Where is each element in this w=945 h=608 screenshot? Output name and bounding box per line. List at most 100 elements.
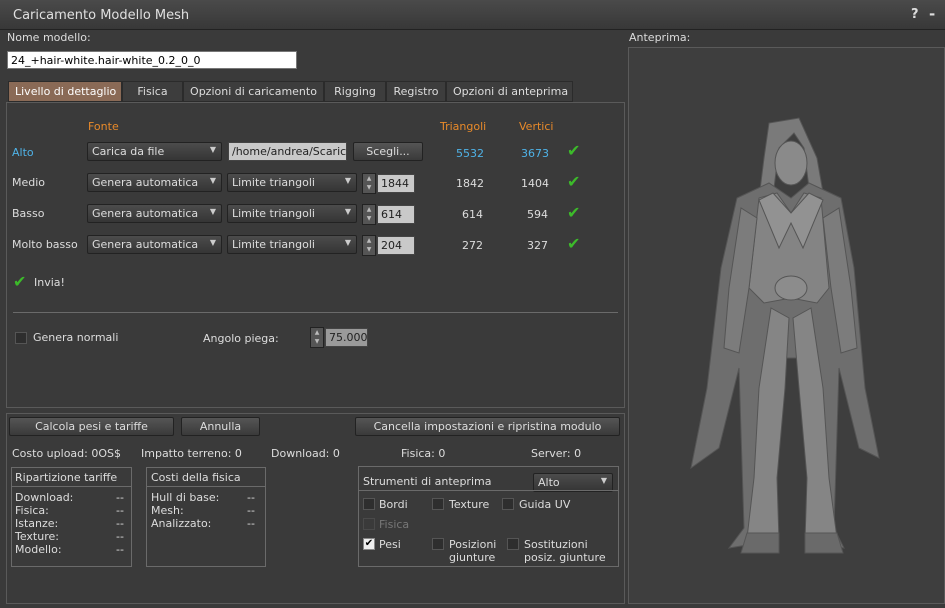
chevron-down-icon: ▼	[209, 145, 216, 154]
joint-positions-checkbox[interactable]	[432, 538, 444, 550]
source-dropdown-lowest[interactable]: Genera automatica ▼	[87, 235, 222, 254]
dropdown-value: Limite triangoli	[232, 176, 315, 189]
tab-preview-options[interactable]: Opzioni di anteprima	[446, 81, 573, 102]
tab-physics[interactable]: Fisica	[122, 81, 183, 102]
generate-normals-checkbox[interactable]	[15, 332, 27, 344]
checkmark-icon: ✔	[567, 172, 581, 191]
uv-guide-checkbox[interactable]	[502, 498, 514, 510]
fee-value: --	[116, 517, 124, 530]
dropdown-value: Genera automatica	[92, 238, 199, 251]
mode-dropdown-low[interactable]: Limite triangoli ▼	[227, 204, 357, 223]
dropdown-value: Alto	[538, 476, 560, 489]
close-button[interactable]: -	[929, 5, 935, 23]
up-arrow-icon[interactable]: ▲	[363, 236, 375, 245]
limit-input-medium[interactable]: 1844	[377, 174, 415, 193]
chevron-down-icon: ▼	[344, 238, 351, 247]
status-text: Invia!	[34, 276, 65, 289]
mode-dropdown-lowest[interactable]: Limite triangoli ▼	[227, 235, 357, 254]
source-dropdown-low[interactable]: Genera automatica ▼	[87, 204, 222, 223]
up-arrow-icon[interactable]: ▲	[363, 205, 375, 214]
chevron-down-icon: ▼	[600, 476, 607, 485]
lod-name-low: Basso	[12, 207, 45, 220]
fee-value: --	[116, 504, 124, 517]
weights-checkbox[interactable]: ✔	[363, 538, 375, 550]
physics-cost: Fisica: 0	[401, 447, 446, 460]
divider	[13, 312, 618, 313]
preview-label: Anteprima:	[629, 31, 691, 44]
dropdown-value: Limite triangoli	[232, 207, 315, 220]
chevron-down-icon: ▼	[209, 176, 216, 185]
physics-checkbox	[363, 518, 375, 530]
divider	[359, 490, 618, 491]
down-arrow-icon[interactable]: ▼	[363, 245, 375, 254]
tab-upload-options[interactable]: Opzioni di caricamento	[183, 81, 324, 102]
checkmark-icon: ✔	[567, 234, 581, 253]
cancel-button[interactable]: Annulla	[181, 417, 260, 436]
limit-input-lowest[interactable]: 204	[377, 236, 415, 255]
help-button[interactable]: ?	[911, 7, 919, 22]
down-arrow-icon[interactable]: ▼	[363, 214, 375, 223]
file-path-input-high[interactable]: /home/andrea/Scaric	[228, 142, 347, 161]
joint-positions-label: Posizioni giunture	[449, 538, 497, 564]
down-arrow-icon[interactable]: ▼	[311, 337, 323, 346]
down-arrow-icon[interactable]: ▼	[363, 183, 375, 192]
fee-breakdown-title: Ripartizione tariffe	[15, 471, 118, 484]
edges-label: Bordi	[379, 498, 408, 511]
generate-normals-label: Genera normali	[33, 331, 119, 344]
fee-label: Download:	[15, 491, 74, 504]
vertices-low: 594	[527, 208, 548, 221]
window-title: Caricamento Modello Mesh	[13, 8, 190, 23]
crease-angle-input[interactable]: 75.000	[325, 328, 368, 347]
physics-label: Fisica	[379, 518, 410, 531]
browse-button-high[interactable]: Scegli...	[353, 142, 423, 161]
upload-cost: Costo upload: 0OS$	[12, 447, 121, 460]
joint-overrides-label: Sostituzioni posiz. giunture	[524, 538, 606, 564]
uv-guide-label: Guida UV	[519, 498, 571, 511]
vertices-header: Vertici	[519, 120, 554, 133]
limit-stepper-medium[interactable]: ▲ ▼	[362, 173, 376, 194]
model-name-input[interactable]: 24_+hair-white.hair-white_0.2_0_0	[7, 51, 297, 69]
up-arrow-icon[interactable]: ▲	[311, 328, 323, 337]
model-name-label: Nome modello:	[7, 31, 91, 44]
tab-level-of-detail[interactable]: Livello di dettaglio	[8, 81, 122, 102]
lod-name-lowest: Molto basso	[12, 238, 78, 251]
chevron-down-icon: ▼	[209, 207, 216, 216]
vertices-lowest: 327	[527, 239, 548, 252]
calculate-button[interactable]: Calcola pesi e tariffe	[9, 417, 174, 436]
download-cost: Download: 0	[271, 447, 340, 460]
tab-rigging[interactable]: Rigging	[324, 81, 386, 102]
tab-log[interactable]: Registro	[386, 81, 446, 102]
physics-cost-label: Mesh:	[151, 504, 184, 517]
lod-name-high: Alto	[12, 146, 34, 159]
fee-label: Texture:	[15, 530, 59, 543]
land-impact: Impatto terreno: 0	[141, 447, 242, 460]
vertices-high: 3673	[521, 147, 549, 160]
checkmark-icon: ✔	[567, 141, 581, 160]
texture-checkbox[interactable]	[432, 498, 444, 510]
triangles-lowest: 272	[462, 239, 483, 252]
source-dropdown-medium[interactable]: Genera automatica ▼	[87, 173, 222, 192]
limit-stepper-lowest[interactable]: ▲ ▼	[362, 235, 376, 256]
preview-tools-title: Strumenti di anteprima	[363, 475, 492, 488]
physics-cost-value: --	[247, 517, 255, 530]
limit-input-low[interactable]: 614	[377, 205, 415, 224]
mode-dropdown-medium[interactable]: Limite triangoli ▼	[227, 173, 357, 192]
divider	[146, 486, 266, 487]
preview-viewport[interactable]	[628, 47, 945, 604]
source-dropdown-high[interactable]: Carica da file ▼	[87, 142, 222, 161]
reset-button[interactable]: Cancella impostazioni e ripristina modul…	[355, 417, 620, 436]
physics-cost-label: Hull di base:	[151, 491, 220, 504]
up-arrow-icon[interactable]: ▲	[363, 174, 375, 183]
physics-costs-title: Costi della fisica	[151, 471, 241, 484]
fee-value: --	[116, 491, 124, 504]
chevron-down-icon: ▼	[344, 176, 351, 185]
character-model-image	[690, 117, 880, 554]
triangles-high: 5532	[456, 147, 484, 160]
joint-overrides-checkbox[interactable]	[507, 538, 519, 550]
dropdown-value: Limite triangoli	[232, 238, 315, 251]
dropdown-value: Genera automatica	[92, 176, 199, 189]
crease-angle-stepper[interactable]: ▲ ▼	[310, 327, 324, 348]
source-header: Fonte	[88, 120, 119, 133]
limit-stepper-low[interactable]: ▲ ▼	[362, 204, 376, 225]
edges-checkbox[interactable]	[363, 498, 375, 510]
